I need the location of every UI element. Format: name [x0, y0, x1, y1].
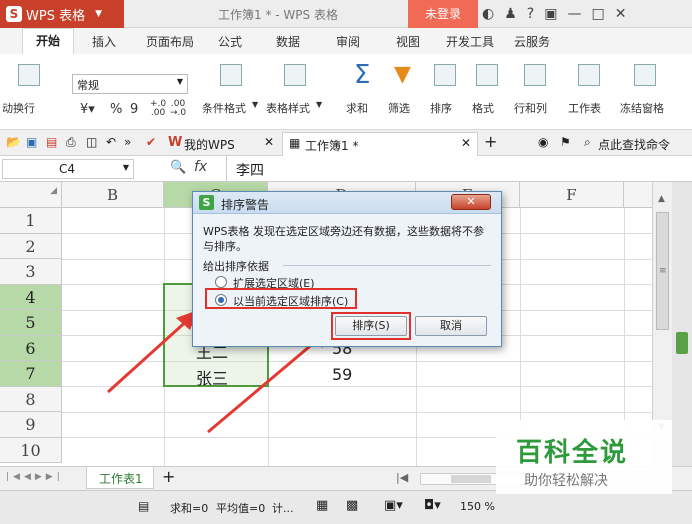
watermark: 百科全说 助你轻松解决 — [496, 420, 672, 494]
dialog-title-bar[interactable]: S 排序警告 ✕ — [193, 192, 501, 214]
highlight-box — [205, 288, 357, 309]
group-label: 给出排序依据 — [203, 260, 269, 273]
wps-logo-icon: S — [199, 195, 214, 210]
dialog-title: 排序警告 — [221, 198, 270, 212]
cancel-button[interactable]: 取消 — [415, 316, 487, 336]
arrow-to-option — [106, 316, 192, 394]
dialog-message: WPS表格 发现在选定区域旁边还有数据，这些数据将不参与排序。 — [203, 225, 484, 253]
dialog-close-button[interactable]: ✕ — [451, 194, 491, 210]
sort-warning-dialog: S 排序警告 ✕ WPS表格 发现在选定区域旁边还有数据，这些数据将不参与排序。… — [192, 191, 502, 347]
watermark-title: 百科全说 — [516, 438, 629, 468]
arrow-to-sort-button — [207, 334, 323, 434]
expand-selection-radio[interactable] — [215, 276, 227, 288]
highlight-box — [331, 312, 411, 340]
watermark-subtitle: 助你轻松解决 — [524, 473, 608, 489]
